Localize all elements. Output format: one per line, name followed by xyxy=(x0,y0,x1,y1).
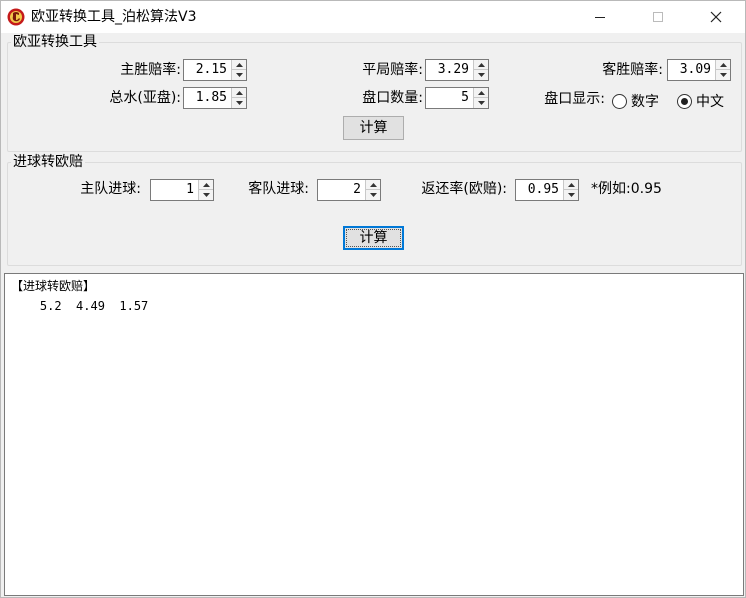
display-label: 盘口显示: xyxy=(544,91,605,107)
water-value[interactable]: 1.85 xyxy=(184,88,230,108)
spin-down-arrow-icon[interactable] xyxy=(232,70,246,80)
spin-down-arrow-icon[interactable] xyxy=(716,70,730,80)
spinner-arrows xyxy=(198,180,213,200)
display-option-chinese[interactable]: 中文 xyxy=(677,91,724,111)
radio-label: 中文 xyxy=(696,94,724,110)
euro-asia-group-title: 欧亚转换工具 xyxy=(11,34,99,50)
home-odds-spinner[interactable]: 2.15 xyxy=(183,59,247,81)
return-rate-value[interactable]: 0.95 xyxy=(516,180,562,200)
goals-calc-button[interactable]: 计算 xyxy=(343,226,404,250)
spinner-arrows xyxy=(715,60,730,80)
home-goals-label: 主队进球: xyxy=(80,181,141,197)
spin-up-arrow-icon[interactable] xyxy=(474,88,488,98)
draw-odds-value[interactable]: 3.29 xyxy=(426,60,472,80)
away-goals-value[interactable]: 2 xyxy=(318,180,364,200)
euro-asia-calc-button[interactable]: 计算 xyxy=(343,116,404,140)
maximize-button[interactable] xyxy=(635,1,681,33)
home-odds-value[interactable]: 2.15 xyxy=(184,60,230,80)
away-odds-label: 客胜赔率: xyxy=(602,62,663,78)
minimize-icon xyxy=(595,17,605,18)
radio-circle-icon[interactable] xyxy=(612,93,627,109)
handicap-count-label: 盘口数量: xyxy=(362,90,423,106)
draw-odds-spinner[interactable]: 3.29 xyxy=(425,59,489,81)
spin-up-arrow-icon[interactable] xyxy=(232,88,246,98)
away-odds-value[interactable]: 3.09 xyxy=(668,60,714,80)
goals-to-euro-group-title: 进球转欧赔 xyxy=(11,154,85,170)
spin-up-arrow-icon[interactable] xyxy=(564,180,578,190)
close-button[interactable] xyxy=(693,1,739,33)
spin-down-arrow-icon[interactable] xyxy=(474,98,488,108)
home-odds-label: 主胜赔率: xyxy=(120,62,181,78)
spin-down-arrow-icon[interactable] xyxy=(199,190,213,200)
close-icon xyxy=(710,11,722,23)
spin-up-arrow-icon[interactable] xyxy=(366,180,380,190)
spin-up-arrow-icon[interactable] xyxy=(232,60,246,70)
home-goals-value[interactable]: 1 xyxy=(151,180,197,200)
radio-circle-checked-icon[interactable] xyxy=(677,93,692,109)
goals-calc-label: 计算 xyxy=(359,230,388,246)
water-label: 总水(亚盘): xyxy=(109,90,181,106)
spinner-arrows xyxy=(231,60,246,80)
app-window: 欧亚转换工具_泊松算法V3 欧亚转换工具 主胜赔率: 2.15 平局赔率: 3.… xyxy=(0,0,746,598)
goals-to-euro-group xyxy=(7,162,742,266)
spinner-arrows xyxy=(473,88,488,108)
away-goals-label: 客队进球: xyxy=(248,181,309,197)
water-spinner[interactable]: 1.85 xyxy=(183,87,247,109)
spin-down-arrow-icon[interactable] xyxy=(564,190,578,200)
output-line-header: 【进球转欧赔】 xyxy=(11,279,96,293)
return-rate-spinner[interactable]: 0.95 xyxy=(515,179,579,201)
spinner-arrows xyxy=(365,180,380,200)
spin-up-arrow-icon[interactable] xyxy=(716,60,730,70)
radio-label: 数字 xyxy=(631,94,659,110)
home-goals-spinner[interactable]: 1 xyxy=(150,179,214,201)
result-output-area[interactable]: 【进球转欧赔】 5.2 4.49 1.57 xyxy=(4,273,744,596)
minimize-button[interactable] xyxy=(577,1,623,33)
spinner-arrows xyxy=(563,180,578,200)
title-bar[interactable]: 欧亚转换工具_泊松算法V3 xyxy=(1,1,745,33)
output-line-values: 5.2 4.49 1.57 xyxy=(11,299,149,313)
spin-down-arrow-icon[interactable] xyxy=(232,98,246,108)
app-logo-icon xyxy=(7,8,25,26)
spinner-arrows xyxy=(473,60,488,80)
maximize-icon xyxy=(653,12,663,22)
display-option-numeric[interactable]: 数字 xyxy=(612,91,659,111)
return-rate-label: 返还率(欧赔): xyxy=(421,181,507,197)
window-title: 欧亚转换工具_泊松算法V3 xyxy=(31,9,197,25)
return-rate-example: *例如:0.95 xyxy=(591,181,662,197)
away-odds-spinner[interactable]: 3.09 xyxy=(667,59,731,81)
spin-down-arrow-icon[interactable] xyxy=(366,190,380,200)
handicap-count-value[interactable]: 5 xyxy=(426,88,472,108)
spin-up-arrow-icon[interactable] xyxy=(199,180,213,190)
spin-down-arrow-icon[interactable] xyxy=(474,70,488,80)
handicap-count-spinner[interactable]: 5 xyxy=(425,87,489,109)
away-goals-spinner[interactable]: 2 xyxy=(317,179,381,201)
spinner-arrows xyxy=(231,88,246,108)
spin-up-arrow-icon[interactable] xyxy=(474,60,488,70)
draw-odds-label: 平局赔率: xyxy=(362,62,423,78)
